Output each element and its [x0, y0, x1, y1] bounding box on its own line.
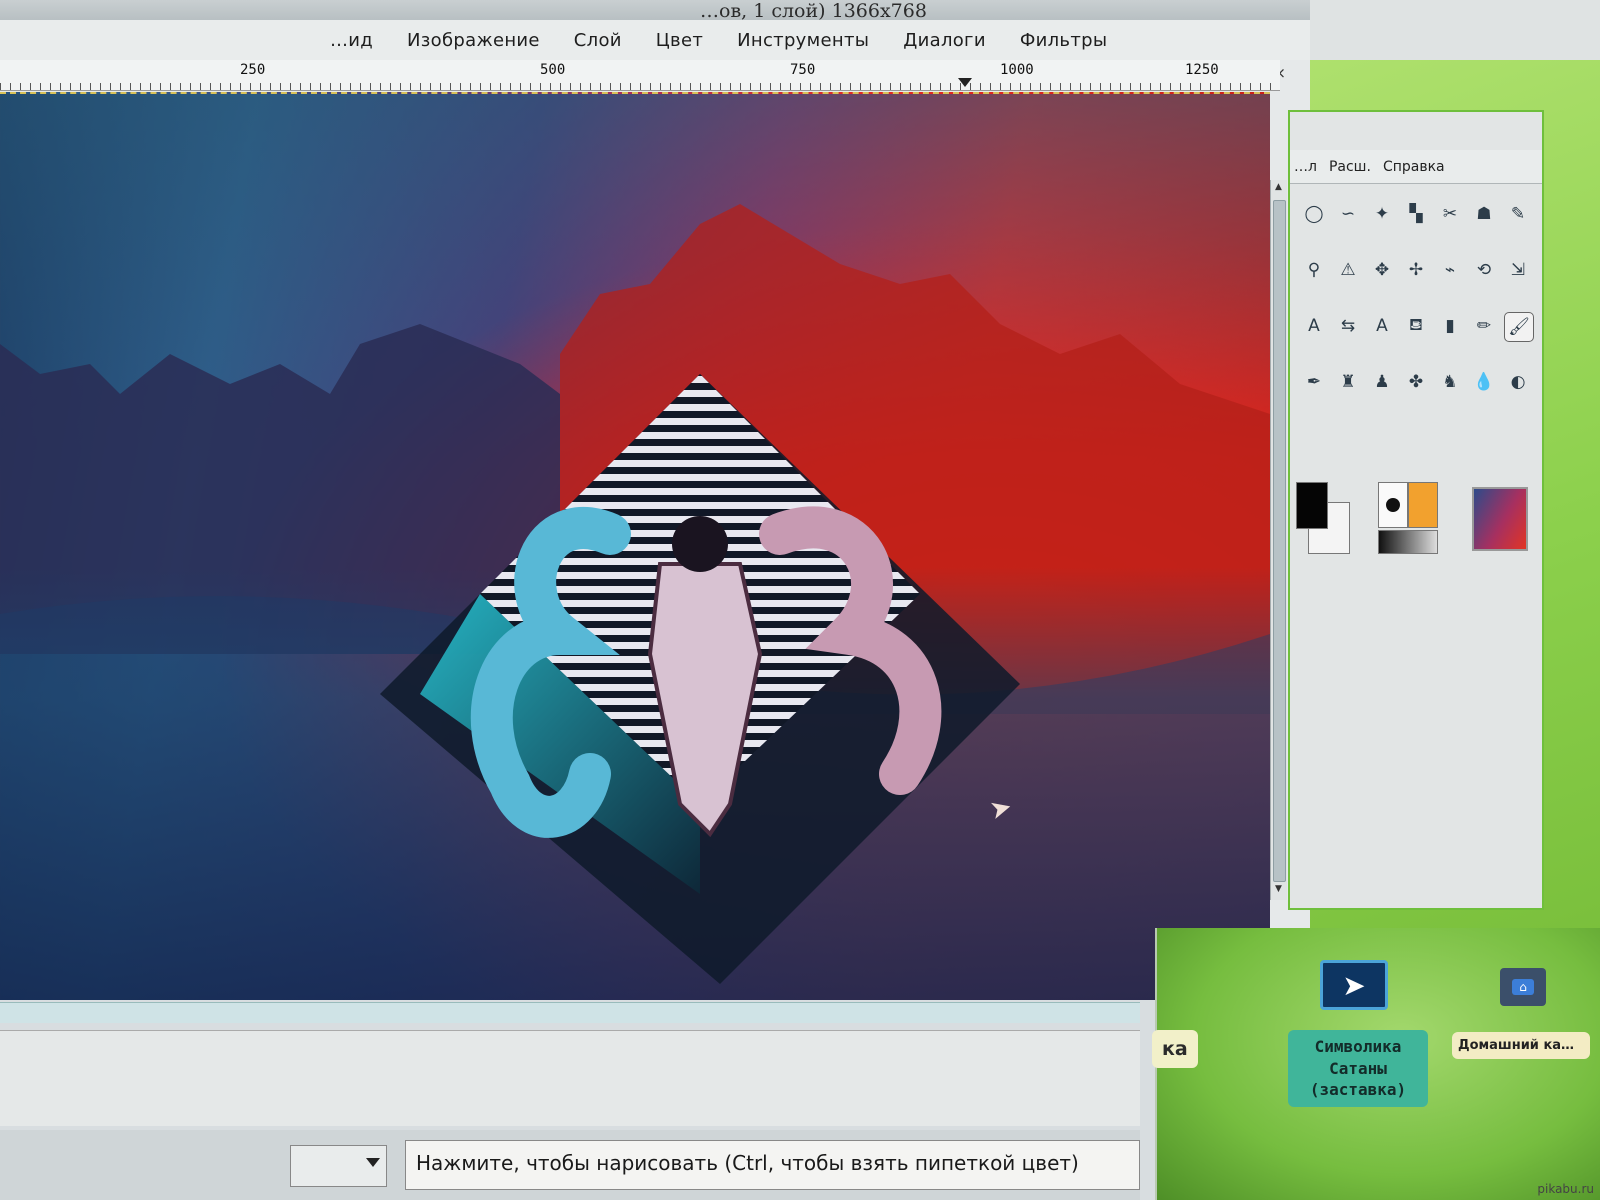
menu-image[interactable]: Изображение — [407, 30, 540, 51]
ellipse-select-icon[interactable]: ◯ — [1300, 200, 1328, 228]
blend-icon[interactable]: ▮ — [1436, 312, 1464, 340]
scale-icon[interactable]: ⇲ — [1504, 256, 1532, 284]
pencil-icon[interactable]: ✏ — [1470, 312, 1498, 340]
label-line: Сатаны — [1329, 1058, 1387, 1078]
text-icon[interactable]: A — [1300, 312, 1328, 340]
desktop-icon-screensaver[interactable]: ➤ — [1320, 960, 1388, 1010]
active-image-thumbnail[interactable] — [1472, 487, 1528, 551]
gradient-preview[interactable] — [1378, 530, 1438, 554]
unit-select[interactable] — [290, 1145, 387, 1187]
vertical-scroll-thumb[interactable] — [1273, 200, 1286, 882]
cursor-screenshot-icon: ➤ — [1342, 968, 1366, 1002]
ruler-label: 1250 — [1185, 62, 1219, 78]
ram-skull-emblem — [380, 374, 1020, 984]
menu-tools[interactable]: Инструменты — [737, 30, 869, 51]
window-titlebar[interactable]: …ов, 1 слой) 1366x768 — [0, 0, 1310, 22]
paths-icon[interactable]: ✎ — [1504, 200, 1532, 228]
vertical-scrollbar[interactable]: ▲ ▼ — [1270, 180, 1287, 900]
align-icon[interactable]: ✢ — [1402, 256, 1430, 284]
desktop-icon-home-folder[interactable]: ⌂ — [1500, 968, 1546, 1006]
watermark: pikabu.ru — [1537, 1182, 1594, 1196]
text-alt-icon[interactable]: A — [1368, 312, 1396, 340]
fg-bg-color-selector[interactable] — [1296, 482, 1352, 562]
toolbox-menu-file[interactable]: …л — [1294, 159, 1317, 175]
menubar: …ид Изображение Слой Цвет Инструменты Ди… — [0, 20, 1310, 60]
status-area — [0, 1030, 1140, 1126]
scissors-select-icon[interactable]: ✂ — [1436, 200, 1464, 228]
menu-filters[interactable]: Фильтры — [1020, 30, 1108, 51]
ruler-pointer-marker — [958, 78, 972, 87]
color-select-icon[interactable]: ▚ — [1402, 200, 1430, 228]
menu-layer[interactable]: Слой — [574, 30, 622, 51]
brush-pattern-gradient-selector — [1378, 482, 1438, 554]
label-line: Символика — [1314, 1037, 1402, 1056]
menu-dialogs[interactable]: Диалоги — [903, 30, 986, 51]
scroll-up-icon[interactable]: ▲ — [1273, 182, 1284, 196]
crop-icon[interactable]: ⌁ — [1436, 256, 1464, 284]
measure-icon[interactable]: ⚠ — [1334, 256, 1362, 284]
tool-grid: ◯ ∽ ✦ ▚ ✂ ☗ ✎ ⚲ ⚠ ✥ ✢ ⌁ ⟲ ⇲ A ⇆ A ⛾ ▮ ✏ 🖌 ✒ ♜ ♟ ✤ ♞ 💧 ◐ — [1300, 200, 1536, 404]
toolbox-menubar: …л Расш. Справка — [1290, 150, 1542, 184]
foreground-color-swatch[interactable] — [1296, 482, 1328, 529]
perspective-clone-icon[interactable]: ♞ — [1436, 368, 1464, 396]
gimp-image-window: …ов, 1 слой) 1366x768 …ид Изображение Сл… — [0, 0, 1310, 1200]
move-icon[interactable]: ✥ — [1368, 256, 1396, 284]
menu-view[interactable]: …ид — [330, 30, 373, 51]
ruler-label: 250 — [240, 62, 266, 78]
toolbox-menu-extensions[interactable]: Расш. — [1329, 159, 1371, 175]
label-line: (заставка) — [1309, 1080, 1407, 1100]
image-canvas[interactable]: ➤ — [0, 92, 1270, 1004]
airbrush-icon[interactable]: ✒ — [1300, 368, 1328, 396]
bucket-fill-icon[interactable]: ⛾ — [1402, 312, 1430, 340]
toolbox-menu-help[interactable]: Справка — [1383, 159, 1445, 175]
ruler-label: 500 — [540, 62, 566, 78]
foreground-select-icon[interactable]: ☗ — [1470, 200, 1498, 228]
ruler-label: 1000 — [1000, 62, 1034, 78]
clone-icon[interactable]: ♟ — [1368, 368, 1396, 396]
horizontal-scrollbar[interactable] — [0, 1002, 1140, 1023]
gimp-toolbox: …л Расш. Справка ◯ ∽ ✦ ▚ ✂ ☗ ✎ ⚲ ⚠ ✥ ✢ ⌁ ⟲ ⇲ A ⇆ A ⛾ ▮ ✏ 🖌 ✒ ♜… — [1288, 110, 1544, 910]
zoom-icon[interactable]: ⚲ — [1300, 256, 1328, 284]
window-title: …ов, 1 слой) 1366x768 — [700, 0, 927, 22]
home-folder-icon: ⌂ — [1512, 979, 1534, 995]
flip-icon[interactable]: ⇆ — [1334, 312, 1362, 340]
menu-colors[interactable]: Цвет — [656, 30, 703, 51]
rotate-icon[interactable]: ⟲ — [1470, 256, 1498, 284]
ruler-label: 750 — [790, 62, 816, 78]
desktop-icon-home-folder-label[interactable]: Домашний ка… — [1452, 1032, 1590, 1059]
chevron-down-icon — [366, 1158, 380, 1167]
fuzzy-select-icon[interactable]: ✦ — [1368, 200, 1396, 228]
scroll-down-icon[interactable]: ▼ — [1273, 884, 1284, 898]
brush-dot-icon — [1386, 498, 1400, 512]
smudge-icon[interactable]: 💧 — [1470, 368, 1498, 396]
dodge-burn-icon[interactable]: ◐ — [1504, 368, 1532, 396]
desktop-icon-screensaver-label[interactable]: Символика Сатаны (заставка) — [1288, 1030, 1428, 1107]
heal-icon[interactable]: ✤ — [1402, 368, 1430, 396]
paintbrush-icon[interactable]: 🖌 — [1504, 312, 1534, 342]
free-select-icon[interactable]: ∽ — [1334, 200, 1362, 228]
pattern-preview[interactable] — [1408, 482, 1438, 528]
brush-preview[interactable] — [1378, 482, 1408, 528]
desktop-icon-label-partial[interactable]: ка — [1152, 1030, 1198, 1068]
horizontal-ruler[interactable]: 250 500 750 1000 1250 — [0, 60, 1280, 91]
status-message: Нажмите, чтобы нарисовать (Ctrl, чтобы в… — [405, 1140, 1140, 1190]
ink-icon[interactable]: ♜ — [1334, 368, 1362, 396]
